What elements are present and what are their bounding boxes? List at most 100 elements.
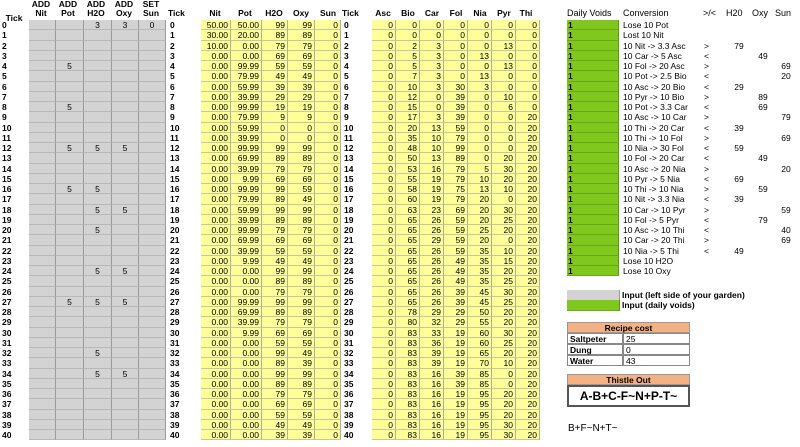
input-cell[interactable] [84,399,112,410]
input-cell[interactable]: 5 [84,225,112,236]
input-cell[interactable] [29,50,56,61]
input-cell[interactable] [84,163,112,174]
input-cell[interactable] [112,194,139,205]
input-cell[interactable] [84,255,112,266]
daily-void-cell[interactable]: 1 [567,30,619,41]
input-cell[interactable] [112,337,139,348]
input-cell[interactable] [112,409,139,420]
input-cell[interactable] [56,276,84,287]
input-cell[interactable] [29,214,56,225]
input-cell[interactable] [56,153,84,164]
input-cell[interactable] [84,91,112,102]
input-cell[interactable] [29,225,56,236]
daily-void-cell[interactable]: 1 [567,50,619,61]
input-cell[interactable] [29,389,56,400]
input-cell[interactable] [84,102,112,113]
input-cell[interactable] [112,214,139,225]
input-cell[interactable] [56,235,84,246]
input-cell[interactable] [112,389,139,400]
input-cell[interactable] [56,430,84,441]
input-cell[interactable] [112,286,139,297]
input-cell[interactable] [112,307,139,318]
input-cell[interactable] [112,30,139,41]
input-cell[interactable] [139,430,166,441]
input-cell[interactable] [29,368,56,379]
daily-void-cell[interactable]: 1 [567,20,619,31]
input-cell[interactable]: 5 [56,184,84,195]
input-cell[interactable] [112,358,139,369]
daily-void-cell[interactable]: 1 [567,163,619,174]
input-cell[interactable] [112,81,139,92]
daily-void-cell[interactable]: 1 [567,184,619,195]
daily-void-cell[interactable]: 1 [567,255,619,266]
input-cell[interactable] [56,348,84,359]
daily-void-cell[interactable]: 1 [567,214,619,225]
input-cell[interactable] [112,419,139,430]
input-cell[interactable] [84,327,112,338]
input-cell[interactable] [56,399,84,410]
input-cell[interactable] [139,102,166,113]
input-cell[interactable]: 5 [56,296,84,307]
daily-void-cell[interactable]: 1 [567,112,619,123]
input-cell[interactable] [29,255,56,266]
input-cell[interactable] [139,276,166,287]
input-cell[interactable] [112,399,139,410]
input-cell[interactable] [139,184,166,195]
input-cell[interactable] [56,132,84,143]
input-cell[interactable] [56,71,84,82]
daily-void-cell[interactable]: 1 [567,225,619,236]
input-cell[interactable] [84,81,112,92]
input-cell[interactable] [29,378,56,389]
input-cell[interactable] [84,286,112,297]
input-cell[interactable] [139,143,166,154]
input-cell[interactable] [56,173,84,184]
input-cell[interactable] [56,20,84,31]
input-cell[interactable] [56,286,84,297]
input-cell[interactable] [139,235,166,246]
daily-void-cell[interactable]: 1 [567,173,619,184]
input-cell[interactable] [29,296,56,307]
input-cell[interactable] [56,30,84,41]
input-cell[interactable]: 5 [112,296,139,307]
daily-void-cell[interactable]: 1 [567,81,619,92]
input-cell[interactable] [139,389,166,400]
input-cell[interactable]: 5 [56,102,84,113]
daily-void-cell[interactable]: 1 [567,61,619,72]
input-cell[interactable] [139,153,166,164]
input-cell[interactable] [29,399,56,410]
input-cell[interactable] [139,163,166,174]
input-cell[interactable] [29,430,56,441]
input-cell[interactable] [139,112,166,123]
input-cell[interactable] [139,286,166,297]
input-cell[interactable]: 5 [56,61,84,72]
input-cell[interactable] [29,153,56,164]
input-cell[interactable] [56,112,84,123]
input-cell[interactable] [139,399,166,410]
input-cell[interactable] [112,173,139,184]
input-cell[interactable] [84,194,112,205]
input-cell[interactable] [139,81,166,92]
input-cell[interactable] [29,327,56,338]
input-cell[interactable] [139,348,166,359]
input-cell[interactable] [29,173,56,184]
daily-void-cell[interactable]: 1 [567,153,619,164]
input-cell[interactable]: 5 [84,143,112,154]
input-cell[interactable] [56,91,84,102]
input-cell[interactable] [84,409,112,420]
input-cell[interactable] [56,255,84,266]
input-cell[interactable] [84,307,112,318]
input-cell[interactable] [112,276,139,287]
input-cell[interactable] [56,378,84,389]
input-cell[interactable] [29,358,56,369]
input-cell[interactable] [56,50,84,61]
input-cell[interactable] [56,266,84,277]
input-cell[interactable] [84,173,112,184]
input-cell[interactable] [112,327,139,338]
input-cell[interactable] [29,245,56,256]
input-cell[interactable] [56,194,84,205]
input-cell[interactable] [29,235,56,246]
input-cell[interactable] [56,307,84,318]
input-cell[interactable] [29,266,56,277]
input-cell[interactable] [29,317,56,328]
input-cell[interactable] [29,419,56,430]
